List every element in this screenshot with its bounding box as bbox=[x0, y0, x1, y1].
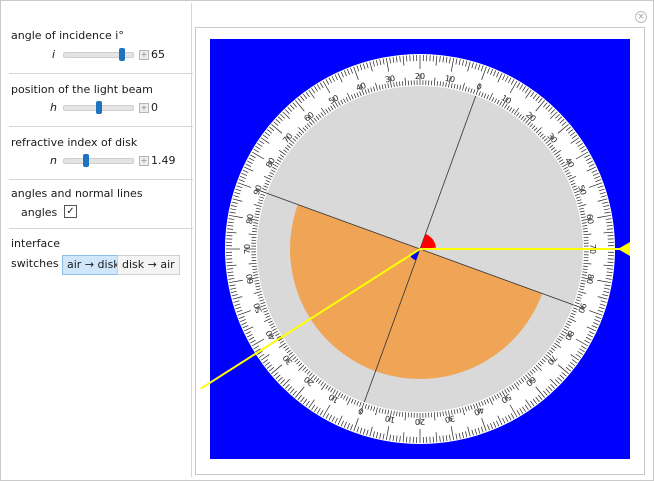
scale-label-outer: 80 bbox=[585, 273, 596, 285]
scale-label-outer: 10 bbox=[384, 414, 396, 425]
index-value: 1.49 bbox=[151, 154, 176, 167]
scale-tick bbox=[583, 265, 588, 267]
index-slider[interactable] bbox=[63, 154, 134, 167]
angles-checkbox[interactable]: ✓ bbox=[64, 205, 77, 218]
divider bbox=[9, 126, 193, 127]
display-title: angles and normal lines bbox=[11, 187, 143, 200]
incidence-slider-thumb[interactable] bbox=[118, 48, 125, 61]
scale-tick bbox=[436, 81, 438, 86]
plus-icon[interactable]: + bbox=[139, 156, 149, 166]
switches-label: switches bbox=[11, 257, 59, 270]
divider bbox=[9, 228, 193, 229]
index-title: refractive index of disk bbox=[11, 136, 138, 149]
incidence-slider[interactable] bbox=[63, 48, 134, 61]
angles-label: angles bbox=[21, 206, 58, 219]
scale-label-outer: 80 bbox=[245, 213, 256, 225]
scale-tick bbox=[252, 265, 257, 267]
plus-icon[interactable]: + bbox=[139, 103, 149, 113]
position-title: position of the light beam bbox=[11, 83, 153, 96]
disk-to-air-button[interactable]: disk → air bbox=[117, 255, 180, 275]
check-icon: ✓ bbox=[66, 206, 75, 217]
app-frame: × angle of incidence i° i + 65 position … bbox=[0, 0, 654, 481]
scale-label-outer: 10 bbox=[444, 74, 456, 85]
divider bbox=[9, 179, 193, 180]
air-to-disk-button[interactable]: air → disk bbox=[62, 255, 125, 275]
scale-label-outer: 60 bbox=[585, 213, 596, 225]
scale-label-outer: 70 bbox=[243, 244, 252, 254]
incidence-title: angle of incidence i° bbox=[11, 29, 124, 42]
index-symbol: n bbox=[50, 154, 57, 167]
divider bbox=[9, 73, 193, 74]
scale-tick bbox=[583, 231, 588, 233]
scale-tick bbox=[436, 412, 438, 417]
position-symbol: h bbox=[50, 101, 57, 114]
close-icon[interactable]: × bbox=[635, 11, 647, 23]
interface-title: interface bbox=[11, 237, 61, 250]
control-panel: angle of incidence i° i + 65 position of… bbox=[3, 3, 193, 477]
index-slider-thumb[interactable] bbox=[82, 154, 89, 167]
scale-label-outer: 30 bbox=[384, 74, 396, 85]
scale-tick bbox=[402, 81, 404, 86]
position-slider[interactable] bbox=[63, 101, 134, 114]
position-value: 0 bbox=[151, 101, 158, 114]
scale-label-outer: 20 bbox=[415, 417, 425, 426]
scale-tick bbox=[402, 412, 404, 417]
plus-icon[interactable]: + bbox=[139, 50, 149, 60]
scale-label-outer: 60 bbox=[245, 273, 256, 285]
incidence-value: 65 bbox=[151, 48, 165, 61]
scale-label-outer: 20 bbox=[415, 72, 425, 81]
scale-tick bbox=[252, 231, 257, 233]
scale-label-outer: 30 bbox=[444, 414, 456, 425]
plot-frame: 0 10 20 30 40 50 60 70 80 90 80 70 60 50 40 30 20 10 0 10 20… bbox=[195, 27, 645, 475]
refraction-plot: 0102030405060708090807060504030201001020… bbox=[200, 39, 630, 459]
position-slider-thumb[interactable] bbox=[95, 101, 102, 114]
incidence-symbol: i bbox=[52, 48, 56, 61]
